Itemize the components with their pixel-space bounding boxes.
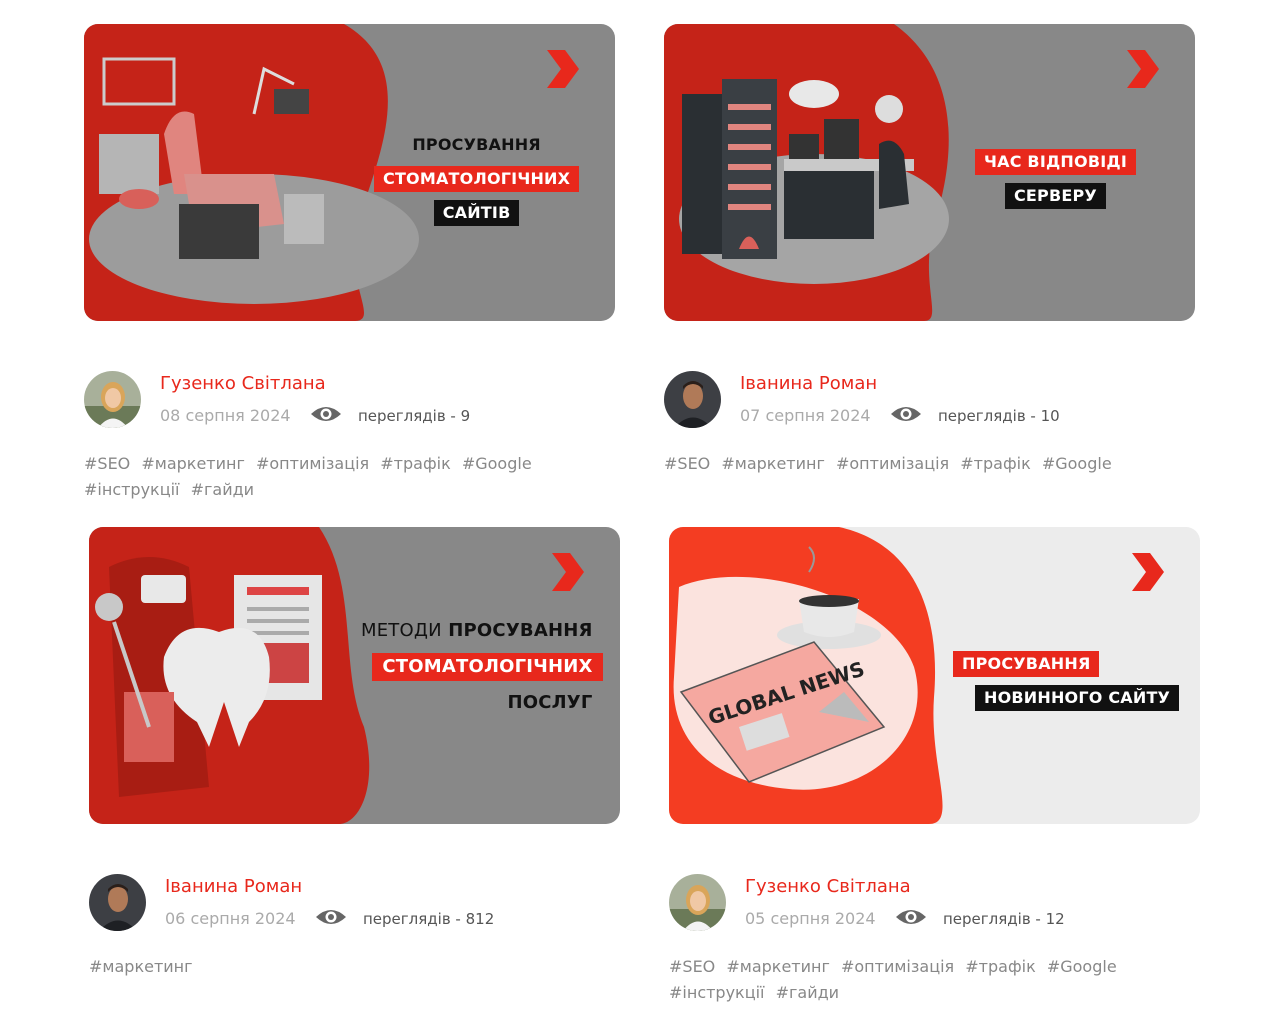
thumbnail-title-line: ПРОСУВАННЯ [953, 651, 1100, 677]
post-date: 06 серпня 2024 [165, 909, 296, 928]
chevron-right-icon [1127, 50, 1159, 88]
post-meta: Іванина Роман 06 серпня 2024 переглядів … [89, 874, 620, 934]
tag-link[interactable]: #SEO [669, 957, 715, 976]
eye-icon [311, 407, 341, 421]
tag-link[interactable]: #Google [1047, 957, 1117, 976]
chevron-right-icon [547, 50, 579, 88]
tag-link[interactable]: #оптимізація [256, 454, 369, 473]
thumbnail-title-line: САЙТІВ [433, 200, 520, 226]
thumbnail-title-line: СТОМАТОЛОГІЧНИХ [374, 166, 580, 192]
post-thumbnail[interactable]: GLOBAL NEWS ПРОСУВАННЯ НОВИННОГО САЙТУ [669, 527, 1200, 824]
author-avatar[interactable] [89, 874, 146, 931]
post-thumbnail[interactable]: ЧАС ВІДПОВІДІ СЕРВЕРУ [664, 24, 1195, 321]
tag-link[interactable]: #гайди [776, 983, 839, 1002]
tag-link[interactable]: #Google [462, 454, 532, 473]
tag-link[interactable]: #гайди [191, 480, 254, 499]
tag-link[interactable]: #Google [1042, 454, 1112, 473]
tag-link[interactable]: #трафік [380, 454, 450, 473]
tag-link[interactable]: #інструкції [84, 480, 180, 499]
tag-link[interactable]: #маркетинг [726, 957, 830, 976]
tag-link[interactable]: #оптимізація [836, 454, 949, 473]
author-avatar[interactable] [664, 371, 721, 428]
eye-icon [891, 407, 921, 421]
thumbnail-title-line: ПОСЛУГ [507, 692, 593, 713]
tag-list: #SEO #маркетинг #оптимізація #трафік #Go… [669, 954, 1189, 1006]
author-name-link[interactable]: Іванина Роман [165, 876, 302, 897]
view-count: переглядів - 12 [943, 910, 1065, 928]
post-thumbnail[interactable]: МЕТОДИ ПРОСУВАННЯ СТОМАТОЛОГІЧНИХ ПОСЛУГ [89, 527, 620, 824]
view-count: переглядів - 9 [358, 407, 471, 425]
post-meta: Гузенко Світлана 05 серпня 2024 перегляд… [669, 874, 1200, 934]
eye-icon [896, 910, 926, 924]
tag-link[interactable]: #оптимізація [841, 957, 954, 976]
thumbnail-title-line: СЕРВЕРУ [1004, 183, 1106, 209]
author-name-link[interactable]: Гузенко Світлана [745, 876, 911, 897]
post-card: GLOBAL NEWS ПРОСУВАННЯ НОВИННОГО САЙТУ Г… [669, 527, 1200, 1006]
eye-icon [316, 910, 346, 924]
post-card: МЕТОДИ ПРОСУВАННЯ СТОМАТОЛОГІЧНИХ ПОСЛУГ… [89, 527, 620, 980]
thumbnail-title-line: СТОМАТОЛОГІЧНИХ [372, 653, 603, 681]
tag-list: #маркетинг [89, 954, 609, 980]
thumbnail-title-line: ЧАС ВІДПОВІДІ [975, 149, 1136, 175]
author-avatar[interactable] [84, 371, 141, 428]
post-date: 07 серпня 2024 [740, 406, 871, 425]
post-meta: Іванина Роман 07 серпня 2024 переглядів … [664, 371, 1195, 431]
post-card: ПРОСУВАННЯ СТОМАТОЛОГІЧНИХ САЙТІВ Гузенк… [84, 24, 615, 503]
tag-list: #SEO #маркетинг #оптимізація #трафік #Go… [664, 451, 1184, 477]
tag-list: #SEO #маркетинг #оптимізація #трафік #Go… [84, 451, 604, 503]
tag-link[interactable]: #інструкції [669, 983, 765, 1002]
author-name-link[interactable]: Іванина Роман [740, 373, 877, 394]
post-date: 08 серпня 2024 [160, 406, 291, 425]
view-count: переглядів - 10 [938, 407, 1060, 425]
thumbnail-title-line: ПРОСУВАННЯ [412, 135, 541, 154]
post-date: 05 серпня 2024 [745, 909, 876, 928]
thumbnail-title-word: ПРОСУВАННЯ [448, 620, 593, 641]
author-name-link[interactable]: Гузенко Світлана [160, 373, 326, 394]
thumbnail-title-line: НОВИННОГО САЙТУ [975, 685, 1180, 711]
tag-link[interactable]: #маркетинг [141, 454, 245, 473]
chevron-right-icon [552, 553, 584, 591]
post-thumbnail[interactable]: ПРОСУВАННЯ СТОМАТОЛОГІЧНИХ САЙТІВ [84, 24, 615, 321]
tag-link[interactable]: #SEO [664, 454, 710, 473]
tag-link[interactable]: #SEO [84, 454, 130, 473]
author-avatar[interactable] [669, 874, 726, 931]
tag-link[interactable]: #трафік [960, 454, 1030, 473]
thumbnail-title-line: МЕТОДИ ПРОСУВАННЯ [351, 617, 603, 645]
post-meta: Гузенко Світлана 08 серпня 2024 перегляд… [84, 371, 615, 431]
view-count: переглядів - 812 [363, 910, 495, 928]
thumbnail-title-word: МЕТОДИ [361, 620, 442, 641]
chevron-right-icon [1132, 553, 1164, 591]
tag-link[interactable]: #маркетинг [89, 957, 193, 976]
post-card: ЧАС ВІДПОВІДІ СЕРВЕРУ Іванина Роман 07 с… [664, 24, 1195, 477]
tag-link[interactable]: #маркетинг [721, 454, 825, 473]
tag-link[interactable]: #трафік [965, 957, 1035, 976]
